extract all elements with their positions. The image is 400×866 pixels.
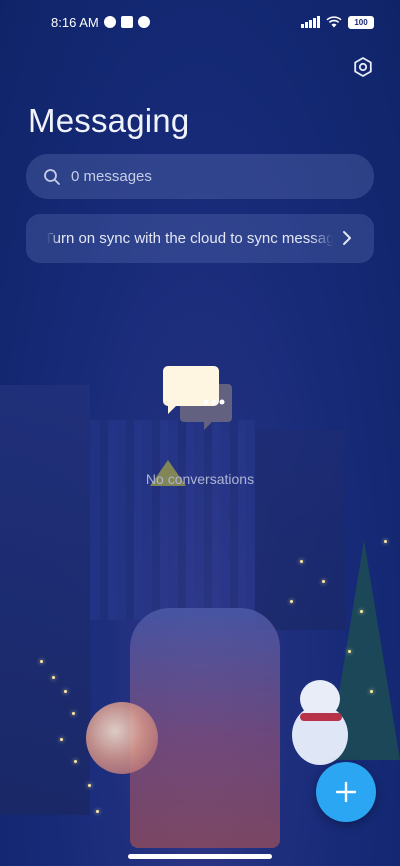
page-title: Messaging (28, 102, 190, 139)
plus-icon (335, 781, 357, 803)
search-input[interactable] (71, 168, 331, 185)
status-time: 8:16 AM (51, 14, 99, 30)
app-notification-icon (103, 16, 116, 28)
wallpaper-snowglobe (86, 702, 158, 774)
new-conversation-button[interactable] (316, 762, 376, 822)
square-notification-icon (120, 16, 133, 28)
settings-button[interactable] (350, 54, 376, 80)
status-right: 100 (301, 15, 374, 29)
settings-icon (354, 57, 372, 77)
status-bar: 8:16 AM 100 (0, 0, 400, 44)
empty-state: No conversations (0, 360, 400, 487)
sync-banner-text: Turn on sync with the cloud to sync mess… (47, 230, 333, 247)
status-left: 8:16 AM (51, 15, 150, 30)
chevron-right-icon (343, 231, 351, 245)
search-icon (44, 168, 60, 185)
wifi-icon (326, 16, 342, 28)
app-notification-icon (137, 16, 150, 28)
sync-banner[interactable]: Turn on sync with the cloud to sync mess… (26, 214, 374, 263)
empty-state-label: No conversations (145, 471, 255, 487)
wallpaper-snowman-scarf (300, 713, 342, 721)
battery-icon: 100 (348, 15, 374, 29)
home-indicator[interactable] (128, 854, 272, 859)
chat-bubbles-icon (160, 360, 240, 430)
signal-icon (301, 16, 320, 28)
search-bar[interactable] (26, 154, 374, 199)
